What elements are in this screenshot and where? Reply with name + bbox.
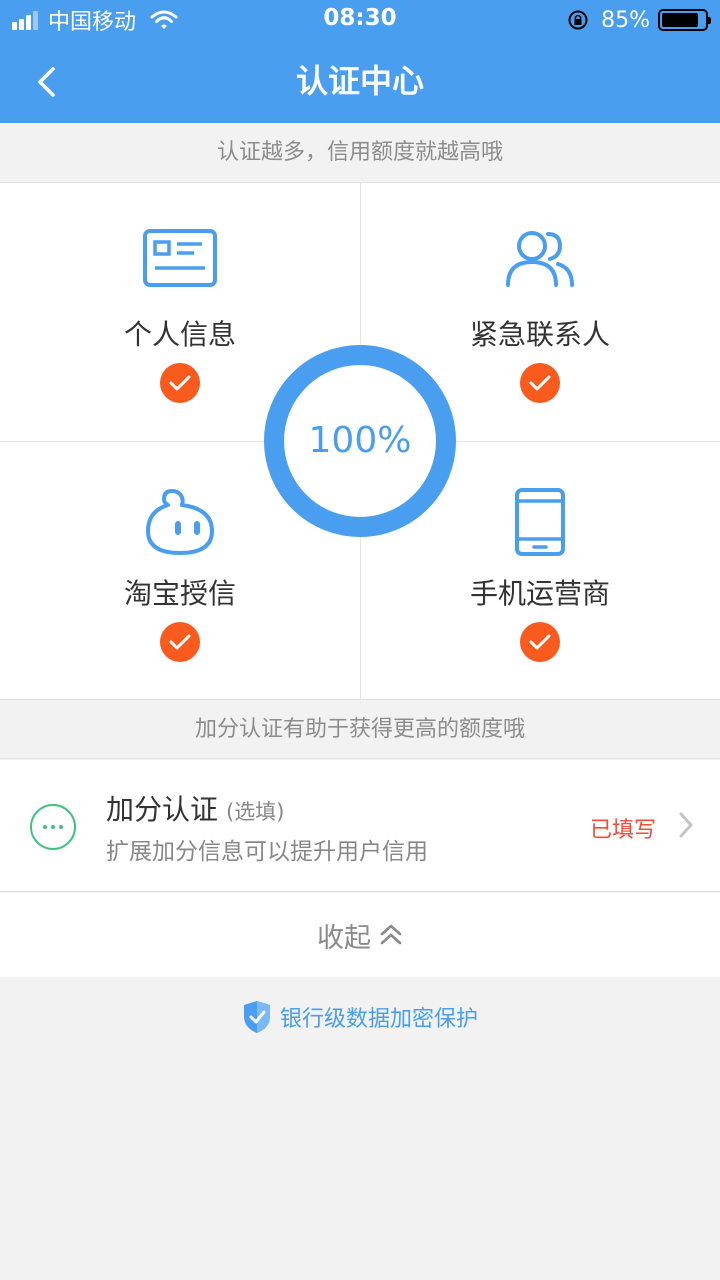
contacts-icon [360,228,720,294]
bonus-certification-row[interactable]: 加分认证 (选填) 扩展加分信息可以提升用户信用 已填写 [0,760,720,892]
bonus-description: 扩展加分信息可以提升用户信用 [106,839,428,865]
check-icon [520,622,560,662]
progress-ring: 100% [264,345,456,537]
check-icon [160,363,200,403]
progress-percent: 100% [308,420,412,461]
cert-item-label: 淘宝授信 [123,577,236,610]
battery-icon [658,9,711,31]
double-chevron-up-icon [380,924,402,945]
check-icon [160,622,200,662]
security-note: 银行级数据加密保护 [0,995,720,1039]
cert-item-label: 手机运营商 [469,577,610,610]
battery-percent: 85% [601,7,650,33]
bonus-status: 已填写 [589,818,656,843]
bonus-title: 加分认证 (选填) [106,788,284,828]
page-title: 认证中心 [295,62,424,100]
shield-check-icon [243,1001,270,1033]
nav-bar: 认证中心 [0,40,720,123]
hint-bonus: 加分认证有助于获得更高的额度哦 [0,701,720,759]
rotation-lock-icon [568,10,588,30]
bonus-optional: (选填) [226,800,285,824]
chevron-right-icon [679,812,693,838]
collapse-label: 收起 [317,922,371,954]
collapse-button[interactable]: 收起 [0,893,720,977]
more-dots-icon [30,804,76,850]
id-card-icon [0,228,360,294]
header: 中国移动 08:30 85% 认证中心 [0,0,720,123]
status-bar: 中国移动 08:30 85% [0,0,720,40]
bonus-title-text: 加分认证 [106,793,219,826]
check-icon [520,363,560,403]
hint-top: 认证越多，信用额度就越高哦 [0,123,720,183]
security-text: 银行级数据加密保护 [279,1007,478,1032]
status-right: 85% [567,6,711,34]
